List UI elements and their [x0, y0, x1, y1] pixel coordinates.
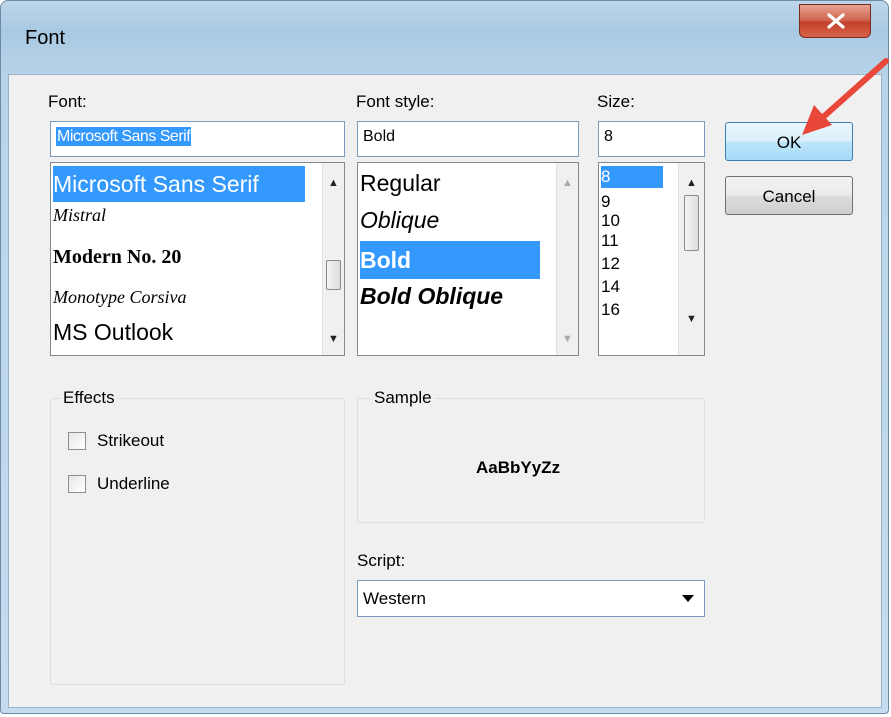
font-label: Font: — [48, 92, 87, 111]
dialog-client-area: Font: Microsoft Sans Serif Microsoft San… — [8, 74, 882, 708]
scroll-down-icon[interactable]: ▼ — [323, 333, 344, 345]
font-name-value: Microsoft Sans Serif — [56, 127, 192, 146]
list-item[interactable]: Bold Oblique — [360, 283, 503, 310]
font-list-scrollbar[interactable]: ▲ ▼ — [322, 163, 344, 355]
font-name-input[interactable]: Microsoft Sans Serif — [50, 121, 345, 157]
annotation-arrow-icon — [802, 58, 889, 135]
scroll-thumb[interactable] — [326, 260, 341, 290]
list-item[interactable]: Modern No. 20 — [53, 246, 181, 269]
underline-label[interactable]: Underline — [97, 474, 170, 494]
effects-legend: Effects — [60, 388, 118, 408]
list-item[interactable]: Monotype Corsiva — [53, 287, 186, 308]
effects-group — [50, 398, 345, 685]
scroll-up-icon[interactable]: ▲ — [323, 177, 344, 189]
sample-preview-text: AaBbYyZz — [476, 458, 561, 477]
size-label: Size: — [597, 92, 635, 111]
size-value: 8 — [604, 128, 613, 145]
script-label: Script: — [357, 551, 406, 570]
font-style-value: Bold — [363, 128, 396, 145]
strikeout-label[interactable]: Strikeout — [97, 431, 164, 451]
list-item[interactable]: Oblique — [360, 207, 439, 234]
list-item[interactable]: 8 — [601, 166, 663, 188]
script-dropdown[interactable]: Western — [357, 580, 705, 617]
list-item[interactable]: 11 — [601, 231, 619, 251]
list-item[interactable]: Microsoft Sans Serif — [53, 166, 305, 202]
sample-legend: Sample — [371, 388, 435, 408]
list-item[interactable]: 16 — [601, 300, 620, 320]
close-button[interactable] — [799, 4, 871, 38]
list-item[interactable]: Mistral — [53, 205, 106, 226]
font-style-input[interactable]: Bold — [357, 121, 579, 157]
scroll-down-icon[interactable]: ▼ — [679, 313, 704, 325]
font-list[interactable]: Microsoft Sans Serif Mistral Modern No. … — [50, 162, 345, 356]
script-value: Western — [363, 589, 426, 608]
scroll-up-icon[interactable]: ▲ — [679, 177, 704, 189]
size-list[interactable]: 8 9 10 11 12 14 16 ▲ ▼ — [598, 162, 705, 356]
chevron-down-icon[interactable] — [682, 595, 694, 602]
list-item[interactable]: Bold — [360, 241, 540, 279]
scroll-thumb[interactable] — [684, 195, 699, 251]
font-style-list-scrollbar[interactable]: ▲ ▼ — [556, 163, 578, 355]
font-style-label: Font style: — [356, 92, 435, 111]
scroll-down-icon[interactable]: ▼ — [557, 333, 578, 345]
list-item[interactable]: Regular — [360, 170, 441, 197]
list-item[interactable]: MS Outlook — [53, 319, 173, 346]
underline-checkbox[interactable] — [68, 475, 86, 493]
list-item[interactable]: 12 — [601, 254, 620, 274]
dialog-title: Font — [25, 27, 66, 49]
list-item[interactable]: 10 — [601, 211, 620, 231]
close-icon — [827, 13, 845, 29]
font-style-list[interactable]: Regular Oblique Bold Bold Oblique ▲ ▼ — [357, 162, 579, 356]
list-item[interactable]: 14 — [601, 277, 620, 297]
scroll-up-icon[interactable]: ▲ — [557, 177, 578, 189]
size-input[interactable]: 8 — [598, 121, 705, 157]
size-list-scrollbar[interactable]: ▲ ▼ — [678, 163, 704, 355]
cancel-button[interactable]: Cancel — [725, 176, 853, 215]
font-dialog-window: Font Font: Microsoft Sans Serif Microsof… — [0, 0, 889, 714]
list-item[interactable]: 9 — [601, 192, 610, 212]
strikeout-checkbox[interactable] — [68, 432, 86, 450]
